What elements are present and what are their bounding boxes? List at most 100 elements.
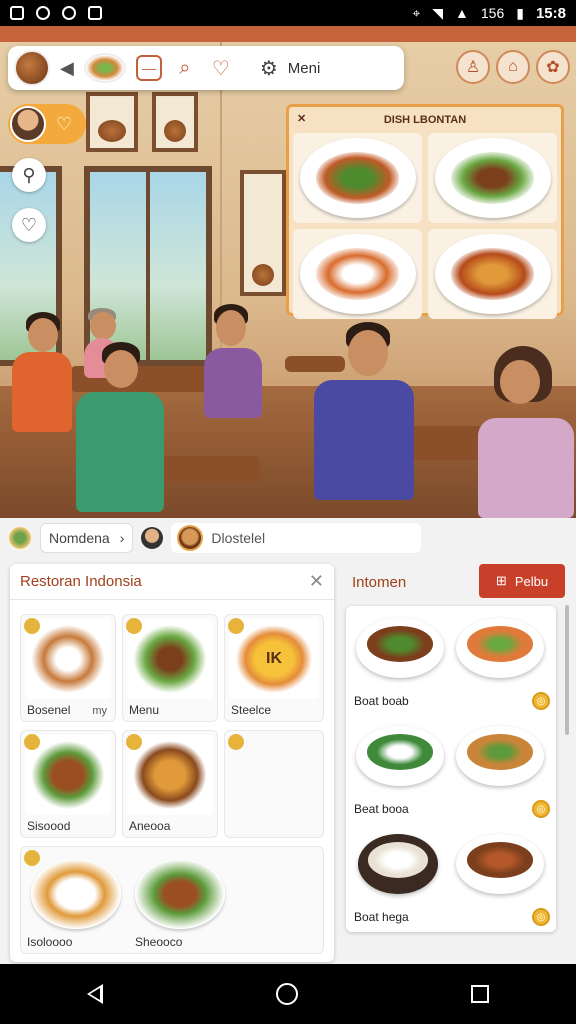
map-pin-icon[interactable]: ⚲ bbox=[12, 158, 46, 192]
card-caption: Isoloooo bbox=[27, 935, 73, 949]
menu-button[interactable]: ⚙ Meni bbox=[260, 56, 320, 81]
badge-icon bbox=[126, 618, 142, 634]
dish-image[interactable] bbox=[358, 834, 438, 894]
ceiling-beam bbox=[0, 26, 576, 42]
badge-icon bbox=[24, 734, 40, 750]
wall-picture bbox=[240, 170, 286, 296]
dish-icon[interactable] bbox=[8, 526, 32, 550]
filter-button[interactable]: ⊞ Pelbu bbox=[479, 564, 565, 598]
chevron-left-icon[interactable]: ◀ bbox=[60, 58, 74, 79]
avatar bbox=[10, 106, 46, 142]
dish-board-grid bbox=[293, 133, 557, 319]
clipboard-icon bbox=[88, 6, 102, 20]
breadcrumb-label: Nomdena bbox=[49, 530, 110, 546]
dish-image[interactable] bbox=[456, 726, 544, 786]
dish-caption: Boat boab bbox=[354, 694, 409, 708]
breadcrumb[interactable]: Nomdena › bbox=[40, 523, 134, 553]
top-toolbar: ◀ — ⌕ ♡ ⚙ Meni bbox=[8, 46, 404, 90]
location-icon: ⌖ bbox=[412, 4, 421, 21]
heart-icon: ♡ bbox=[56, 113, 73, 134]
badge-icon bbox=[24, 618, 40, 634]
menu-card[interactable]: Aneooa bbox=[122, 730, 218, 838]
header-actions: ♙ ⌂ ✿ bbox=[456, 50, 570, 84]
dish-thumbnail[interactable] bbox=[14, 50, 50, 86]
dish-image[interactable] bbox=[356, 726, 444, 786]
chef-icon[interactable]: ♙ bbox=[456, 50, 490, 84]
card-photo: IK bbox=[229, 619, 319, 699]
dish-image[interactable] bbox=[456, 618, 544, 678]
square-icon[interactable]: — bbox=[135, 55, 162, 81]
gear-icon: ⚙ bbox=[259, 57, 278, 80]
badge-icon bbox=[228, 618, 244, 634]
diner-green-shirt bbox=[72, 342, 168, 518]
diner-purple-shirt bbox=[200, 304, 266, 454]
badge-icon bbox=[24, 850, 40, 866]
chevron-right-icon: › bbox=[119, 530, 125, 546]
home-icon[interactable] bbox=[275, 983, 298, 1005]
diner-lilac-shirt bbox=[464, 346, 576, 518]
camera-icon bbox=[36, 6, 50, 20]
wall-picture bbox=[86, 92, 138, 152]
menu-label: Meni bbox=[287, 59, 321, 77]
coin-icon: ◎ bbox=[532, 692, 550, 710]
coin-icon: ◎ bbox=[532, 800, 550, 818]
card-caption: Menu bbox=[129, 703, 160, 717]
dish-board-item[interactable] bbox=[428, 133, 557, 223]
clock: 15:8 bbox=[535, 4, 566, 22]
dish-board-item[interactable] bbox=[293, 133, 422, 223]
card-caption: Sisoood bbox=[27, 819, 71, 833]
profile-chip[interactable]: ♡ bbox=[8, 104, 86, 144]
menu-card[interactable]: Menu bbox=[122, 614, 218, 722]
menu-card-empty[interactable] bbox=[224, 730, 324, 838]
filter-button-label: Pelbu bbox=[514, 573, 549, 589]
dish-image[interactable] bbox=[456, 834, 544, 894]
panel-label: Intomen bbox=[352, 574, 407, 591]
close-icon[interactable]: ✕ bbox=[309, 571, 324, 592]
heart-outline-icon[interactable]: ♡ bbox=[12, 208, 46, 242]
menu-card[interactable]: IK Steelce bbox=[224, 614, 324, 722]
gallery-icon bbox=[10, 6, 24, 20]
badge-icon bbox=[126, 734, 142, 750]
card-subcaption: my bbox=[92, 705, 107, 717]
battery-icon: ▮ bbox=[516, 4, 524, 21]
close-icon[interactable]: ✕ bbox=[297, 112, 306, 125]
status-left bbox=[10, 6, 102, 20]
dish-thumbnail[interactable] bbox=[83, 53, 126, 83]
badge-icon bbox=[228, 734, 244, 750]
battery-level: 156 bbox=[480, 5, 505, 21]
signal-icon: ▲ bbox=[455, 5, 469, 21]
bottom-area: Nomdena › Dlostelel Restoran Indonsia ✕ … bbox=[0, 518, 576, 964]
pin-icon[interactable]: ⌕ bbox=[172, 55, 198, 81]
diner-blue-shirt bbox=[312, 322, 422, 518]
panel-header: Restoran Indonsia ✕ bbox=[10, 564, 334, 600]
recents-icon[interactable] bbox=[471, 985, 490, 1003]
dish-board-item[interactable] bbox=[428, 229, 557, 319]
heart-icon[interactable]: ♡ bbox=[208, 55, 234, 81]
dish-caption: Beat booa bbox=[354, 802, 409, 816]
scrollbar[interactable] bbox=[565, 605, 569, 735]
menu-card[interactable]: Bosenel my bbox=[20, 614, 116, 722]
wifi-icon: ◥ bbox=[432, 4, 444, 21]
search-input[interactable]: Dlostelel bbox=[171, 523, 422, 553]
back-icon[interactable] bbox=[86, 984, 103, 1004]
dish-board: ✕ DISH LBONTAN bbox=[286, 104, 564, 319]
card-caption: Aneooa bbox=[129, 819, 171, 833]
card-caption: Bosenel bbox=[27, 703, 71, 717]
dish-board-item[interactable] bbox=[293, 229, 422, 319]
restaurant-icon[interactable]: ⌂ bbox=[496, 50, 530, 84]
filter-icon: ⊞ bbox=[495, 573, 507, 588]
navigation-bar bbox=[0, 964, 576, 1024]
menu-card[interactable]: Sisoood bbox=[20, 730, 116, 838]
dish-icon[interactable]: ✿ bbox=[536, 50, 570, 84]
dish-caption: Boat hega bbox=[354, 910, 409, 924]
avatar[interactable] bbox=[141, 527, 164, 549]
status-right: ⌖ ◥ ▲ 156 ▮ 15:8 bbox=[412, 5, 566, 22]
card-caption: Steelce bbox=[231, 703, 272, 717]
dish-board-header: ✕ DISH LBONTAN bbox=[293, 111, 557, 129]
restaurant-panel: Restoran Indonsia ✕ Bosenel my Menu IK S… bbox=[10, 564, 334, 962]
dish-avatar-icon bbox=[177, 525, 204, 551]
coin-icon: ◎ bbox=[532, 908, 550, 926]
card-caption: Sheooco bbox=[135, 935, 183, 949]
dish-image[interactable] bbox=[356, 618, 444, 678]
menu-card-wide[interactable]: Isoloooo Sheooco bbox=[20, 846, 324, 954]
